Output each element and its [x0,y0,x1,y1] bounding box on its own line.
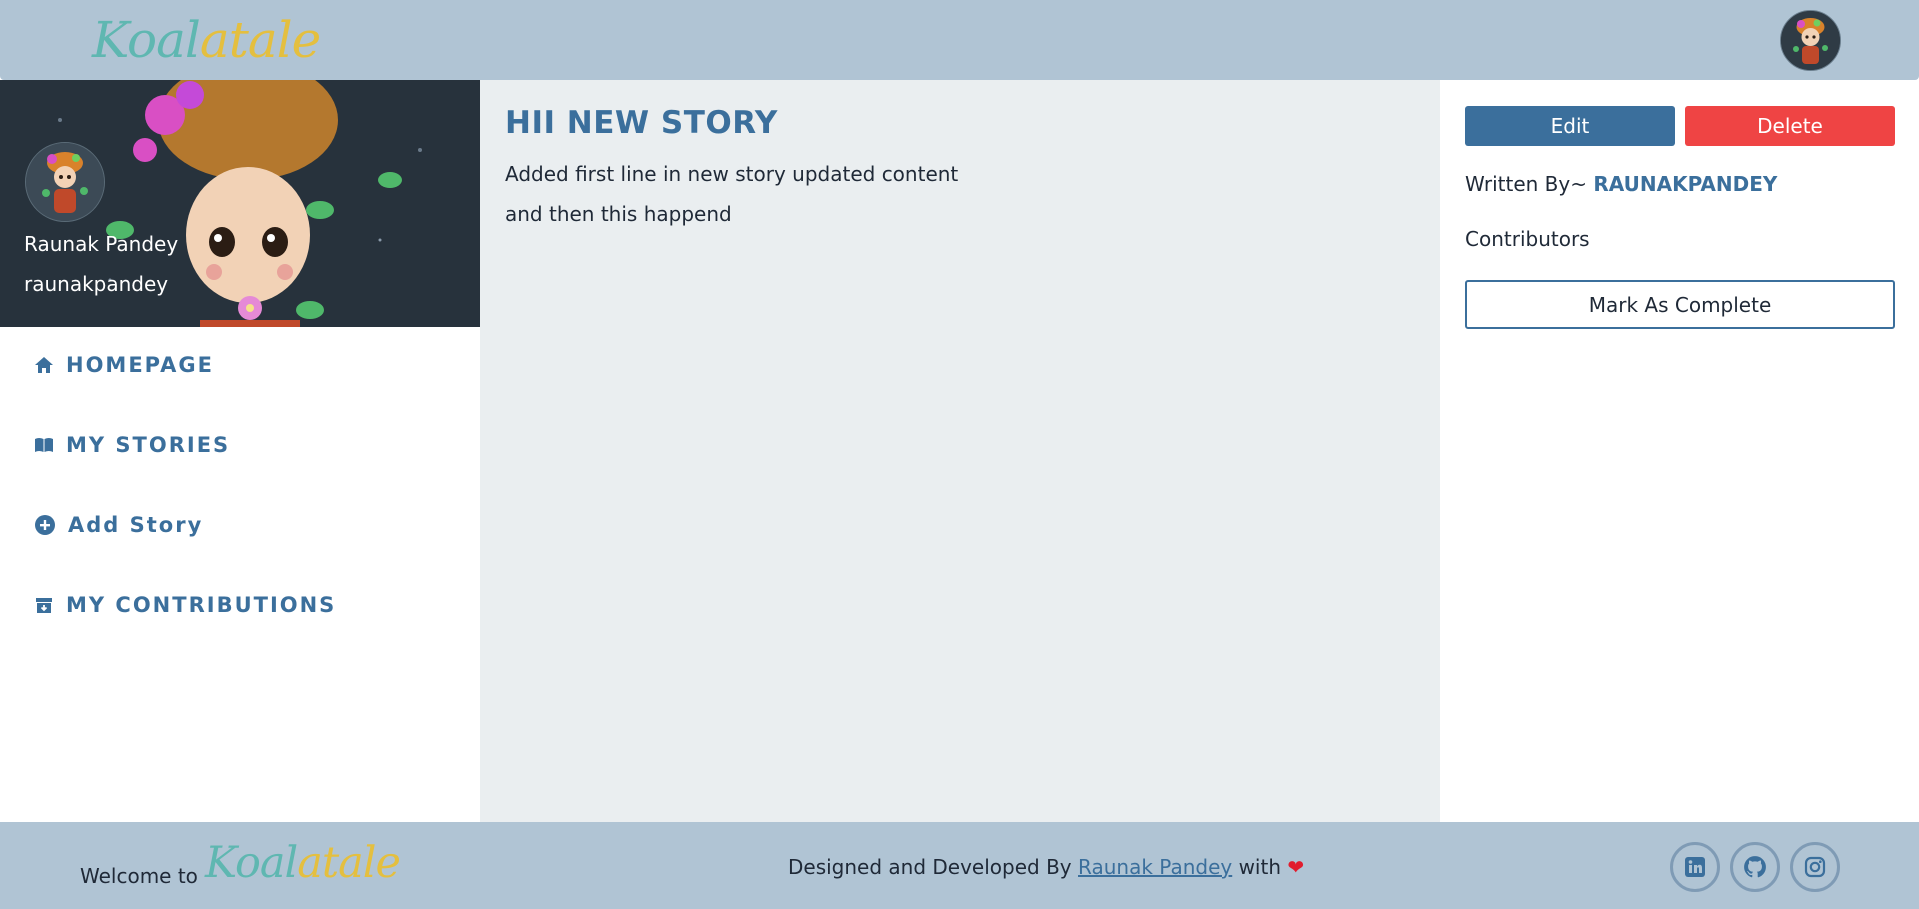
sidebar-item-my-stories[interactable]: MY STORIES [34,433,230,457]
logo-text-part1: Koal [205,838,298,888]
logo-text-part1: Koal [92,11,201,69]
profile-name: Raunak Pandey [24,232,179,256]
sidebar: Raunak Pandey raunakpandey HOMEPAGE MY S… [0,80,480,822]
story-actions-panel: Edit Delete Written By~ RAUNAKPANDEY Con… [1440,80,1919,822]
delete-button[interactable]: Delete [1685,106,1895,146]
story-title: HII NEW STORY [505,105,778,141]
logo-text-part2: atale [297,838,401,888]
story-content-area: HII NEW STORY Added first line in new st… [480,80,1440,822]
sidebar-item-label: HOMEPAGE [66,353,214,377]
app-logo[interactable]: Koalatale [92,10,321,70]
sidebar-item-my-contributions[interactable]: MY CONTRIBUTIONS [34,593,336,617]
profile-avatar [25,142,105,222]
edit-button[interactable]: Edit [1465,106,1675,146]
footer-welcome-text: Welcome to [80,864,198,888]
home-icon [35,357,53,373]
plus-circle-icon [35,515,55,535]
credit-suffix: with [1238,855,1282,879]
sidebar-item-add-story[interactable]: Add Story [34,513,203,537]
sidebar-item-label: MY CONTRIBUTIONS [66,593,337,617]
mark-as-complete-button[interactable]: Mark As Complete [1465,280,1895,329]
instagram-icon[interactable] [1790,842,1840,892]
profile-banner: Raunak Pandey raunakpandey [0,80,480,327]
footer-credit: Designed and Developed By Raunak Pandey … [788,855,1304,879]
archive-icon [36,598,52,613]
footer-logo: Koalatale [205,836,401,891]
user-avatar-icon[interactable] [1780,10,1841,71]
sidebar-item-label: MY STORIES [66,433,231,457]
linkedin-icon[interactable] [1670,842,1720,892]
logo-text-part2: atale [199,11,321,69]
footer: Welcome to Koalatale Designed and Develo… [0,822,1919,909]
github-icon[interactable] [1730,842,1780,892]
heart-icon: ❤ [1287,855,1305,879]
author-name: RAUNAKPANDEY [1593,172,1778,196]
top-navbar: Koalatale [0,0,1919,80]
credit-prefix: Designed and Developed By [788,855,1072,879]
story-line: Added first line in new story updated co… [505,162,959,186]
book-icon [35,438,53,452]
profile-username: raunakpandey [24,272,169,296]
sidebar-item-label: Add Story [68,513,204,537]
contributors-label: Contributors [1465,227,1590,251]
written-by-label: Written By~ [1465,172,1587,196]
sidebar-item-homepage[interactable]: HOMEPAGE [34,353,214,377]
developer-link[interactable]: Raunak Pandey [1078,855,1232,879]
story-line: and then this happend [505,202,732,226]
written-by: Written By~ RAUNAKPANDEY [1465,172,1777,196]
